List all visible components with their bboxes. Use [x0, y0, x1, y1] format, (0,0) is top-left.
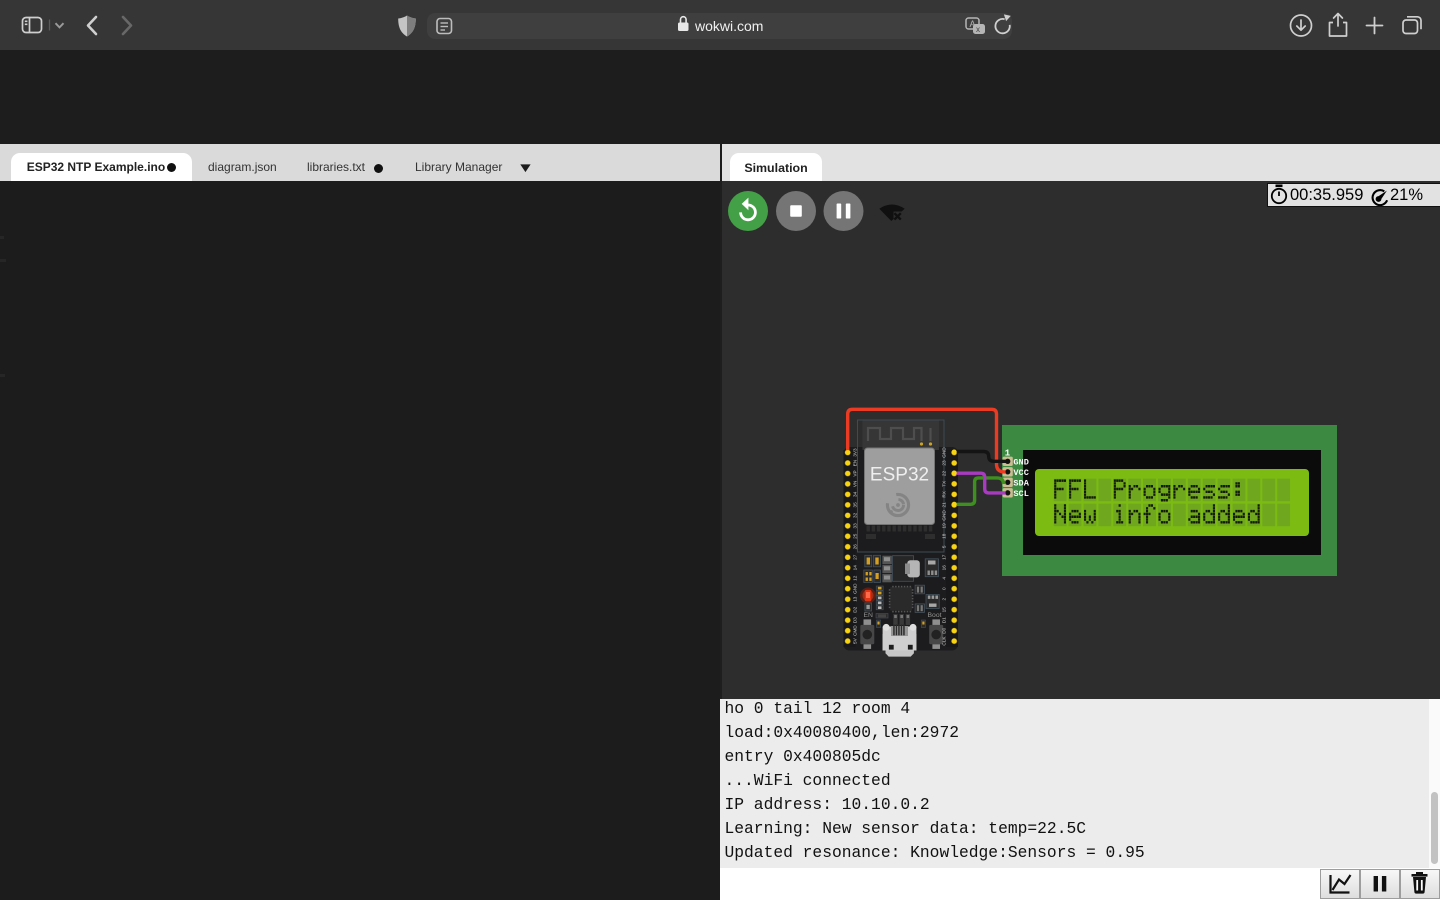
svg-text:27: 27: [853, 554, 858, 560]
svg-text:x: x: [976, 25, 980, 34]
svg-text:RX: RX: [942, 490, 947, 497]
svg-text:26: 26: [853, 544, 858, 550]
svg-text:1: 1: [1005, 448, 1011, 458]
svg-text:33: 33: [853, 523, 858, 529]
svg-text:VP: VP: [853, 470, 858, 476]
svg-text:GND: GND: [942, 447, 947, 458]
svg-text:3V3: 3V3: [853, 448, 858, 457]
svg-text:14: 14: [853, 565, 858, 571]
svg-text:SDA: SDA: [1013, 478, 1029, 488]
svg-text:15: 15: [942, 607, 947, 613]
svg-text:5V: 5V: [853, 637, 858, 644]
svg-text:CLK: CLK: [942, 636, 947, 646]
svg-text:SCL: SCL: [1013, 489, 1028, 499]
svg-text:22: 22: [942, 471, 947, 477]
svg-text:VCC: VCC: [1013, 468, 1028, 478]
svg-text:TX: TX: [942, 480, 947, 487]
svg-text:4: 4: [942, 577, 947, 580]
svg-text:CMD: CMD: [853, 625, 858, 636]
svg-text:2: 2: [942, 598, 947, 601]
svg-text:5: 5: [942, 545, 947, 548]
svg-text:GND: GND: [853, 583, 858, 594]
svg-text:19: 19: [942, 523, 947, 529]
svg-text:25: 25: [853, 533, 858, 539]
svg-text:Boot: Boot: [928, 612, 942, 619]
svg-text:ESP32: ESP32: [870, 465, 929, 486]
svg-text:18: 18: [942, 533, 947, 539]
svg-text:34: 34: [853, 491, 858, 497]
svg-text:D1: D1: [942, 617, 947, 623]
svg-text:0: 0: [942, 587, 947, 590]
svg-text:23: 23: [942, 460, 947, 466]
svg-text:32: 32: [853, 512, 858, 518]
svg-text:GND: GND: [1013, 457, 1028, 467]
svg-text:D3: D3: [853, 617, 858, 623]
svg-text:17: 17: [942, 554, 947, 560]
svg-text:VN: VN: [853, 481, 858, 488]
svg-text:12: 12: [853, 575, 858, 581]
svg-text:EN: EN: [864, 612, 874, 619]
svg-text:EN: EN: [853, 460, 858, 467]
svg-text:D0: D0: [942, 627, 947, 633]
svg-text:21: 21: [942, 502, 947, 508]
svg-text:16: 16: [942, 565, 947, 571]
svg-text:35: 35: [853, 502, 858, 508]
svg-text:13: 13: [853, 596, 858, 602]
svg-text:D2: D2: [853, 606, 858, 612]
svg-text:GND: GND: [942, 510, 947, 521]
